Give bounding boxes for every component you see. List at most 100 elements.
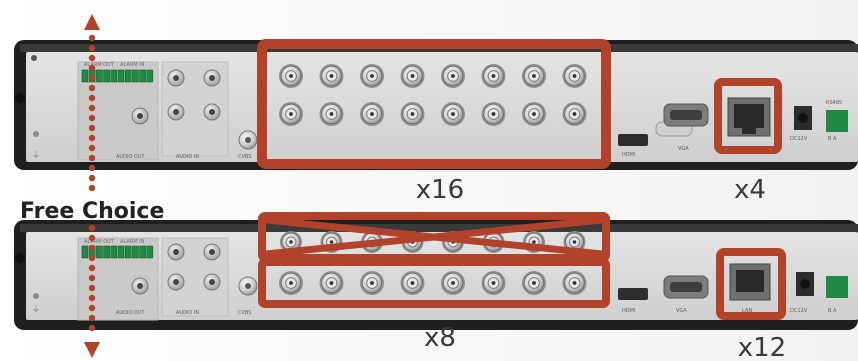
bottom-lan-count: x12 <box>738 333 786 361</box>
arrow-dot <box>88 224 96 232</box>
screw-icon <box>31 55 37 61</box>
alarm-terminal-pin-icon <box>124 69 132 83</box>
alarm-terminal-pin-icon <box>103 245 110 259</box>
alarm-terminal-pin-icon <box>110 69 118 83</box>
alarm-out-label: ALARM OUT <box>84 62 115 68</box>
arrow-dot <box>88 124 96 132</box>
alarm-terminal-pin-icon <box>132 245 139 259</box>
vga-label: VGA <box>676 308 687 314</box>
dvr-comparison-figure: ⏚ ALARM OUT ALARM IN AUDIO OUT AUDIO IN … <box>0 0 858 361</box>
arrow-dot <box>88 74 96 82</box>
arrow-dot <box>88 134 96 142</box>
arrow-dot <box>88 234 96 242</box>
bnc-connector-icon[interactable] <box>522 102 546 126</box>
bnc-connector-icon[interactable] <box>319 64 344 88</box>
bnc-connector-icon[interactable] <box>360 271 384 295</box>
bnc-connector-icon[interactable] <box>319 271 344 295</box>
bnc-connector-icon[interactable] <box>522 271 546 295</box>
audio-in-label: AUDIO IN <box>176 154 199 160</box>
bottom-bnc-count: x8 <box>424 323 456 353</box>
arrow-dot <box>88 304 96 312</box>
dc-label: DC12V <box>790 136 808 142</box>
rs485-label: RS485 <box>826 100 842 106</box>
top-bnc-count: x16 <box>416 175 464 205</box>
arrow-dot <box>88 324 96 332</box>
audio-out-label: AUDIO OUT <box>116 154 146 160</box>
bnc-connector-icon[interactable] <box>441 102 465 126</box>
alarm-terminal-pin-icon <box>139 245 146 259</box>
bnc-connector-icon[interactable] <box>441 271 465 295</box>
bnc-connector-icon[interactable] <box>279 102 303 126</box>
alarm-in-label: ALARM IN <box>120 62 145 68</box>
arrow-dot <box>88 154 96 162</box>
arrow-dot <box>88 54 96 62</box>
cvbs-label: CVBS <box>238 310 251 316</box>
vga-label: VGA <box>678 146 689 152</box>
hdmi-port-icon[interactable] <box>618 288 648 300</box>
bnc-connector-icon[interactable] <box>360 102 384 126</box>
svg-text:⏚: ⏚ <box>31 150 40 161</box>
bnc-connector-icon[interactable] <box>481 271 506 295</box>
bnc-connector-icon[interactable] <box>400 64 425 88</box>
arrow-dot <box>88 274 96 282</box>
dc-label: DC12V <box>790 308 808 314</box>
alarm-in-label: ALARM IN <box>120 239 145 245</box>
rs485-terminal-icon[interactable] <box>826 110 848 132</box>
arrow-dot <box>88 254 96 262</box>
ground-screw-icon <box>33 293 39 299</box>
bnc-connector-icon[interactable] <box>400 102 425 126</box>
alarm-terminal-pin-icon <box>103 69 110 83</box>
audio-in-label: AUDIO IN <box>176 310 199 316</box>
bnc-connector-icon[interactable] <box>279 64 303 88</box>
alarm-terminal-pin-icon <box>81 245 89 259</box>
alarm-terminal-pin-icon <box>110 245 118 259</box>
bnc-connector-icon[interactable] <box>441 64 465 88</box>
mount-screw-icon <box>15 253 25 263</box>
rs485-sub-label: B A <box>828 308 837 314</box>
arrow-dot <box>88 164 96 172</box>
bnc-connector-icon[interactable] <box>360 64 384 88</box>
bnc-connector-icon[interactable] <box>279 271 303 295</box>
alarm-out-label: ALARM OUT <box>84 239 115 245</box>
alarm-terminal-pin-icon <box>96 69 103 83</box>
alarm-terminal-pin-icon <box>124 245 132 259</box>
alarm-terminal-pin-icon <box>132 69 139 83</box>
arrow-dot <box>88 44 96 52</box>
top-dvr-unit: ⏚ ALARM OUT ALARM IN AUDIO OUT AUDIO IN … <box>14 39 858 170</box>
alarm-terminal-pin-icon <box>117 245 125 259</box>
bnc-connector-icon[interactable] <box>481 102 506 126</box>
bnc-connector-icon[interactable] <box>562 271 587 295</box>
audio-out-label: AUDIO OUT <box>116 310 146 316</box>
arrow-dot <box>88 114 96 122</box>
rs485-terminal-icon[interactable] <box>826 276 848 298</box>
ground-screw-icon <box>33 131 39 137</box>
alarm-terminal-pin-icon <box>139 69 146 83</box>
rs485-sub-label: B A <box>828 136 837 142</box>
top-lan-count: x4 <box>734 175 766 205</box>
alarm-terminal-pin-icon <box>146 69 154 83</box>
bnc-connector-icon[interactable] <box>562 64 587 88</box>
bnc-connector-icon[interactable] <box>522 64 546 88</box>
cvbs-label: CVBS <box>238 154 251 160</box>
arrow-dot <box>88 284 96 292</box>
svg-text:⏚: ⏚ <box>31 304 40 315</box>
arrow-dot <box>88 144 96 152</box>
bnc-connector-icon[interactable] <box>319 102 344 126</box>
arrow-dot <box>88 34 96 42</box>
alarm-terminal-pin-icon <box>96 245 103 259</box>
arrow-dot <box>88 64 96 72</box>
hdmi-port-icon[interactable] <box>618 134 648 146</box>
arrow-dot <box>88 174 96 182</box>
bnc-connector-icon[interactable] <box>562 102 587 126</box>
alarm-terminal-pin-icon <box>117 69 125 83</box>
alarm-terminal-pin-icon <box>81 69 89 83</box>
arrow-dot <box>88 314 96 322</box>
arrow-dot <box>88 244 96 252</box>
mount-screw-icon <box>15 93 25 103</box>
bnc-connector-icon[interactable] <box>400 271 425 295</box>
arrow-dot <box>88 94 96 102</box>
arrow-dot <box>88 184 96 192</box>
arrow-dot <box>88 84 96 92</box>
bottom-dvr-unit: ⏚ ALARM OUT ALARM IN AUDIO OUT AUDIO IN … <box>14 212 858 330</box>
bnc-connector-icon[interactable] <box>481 64 506 88</box>
